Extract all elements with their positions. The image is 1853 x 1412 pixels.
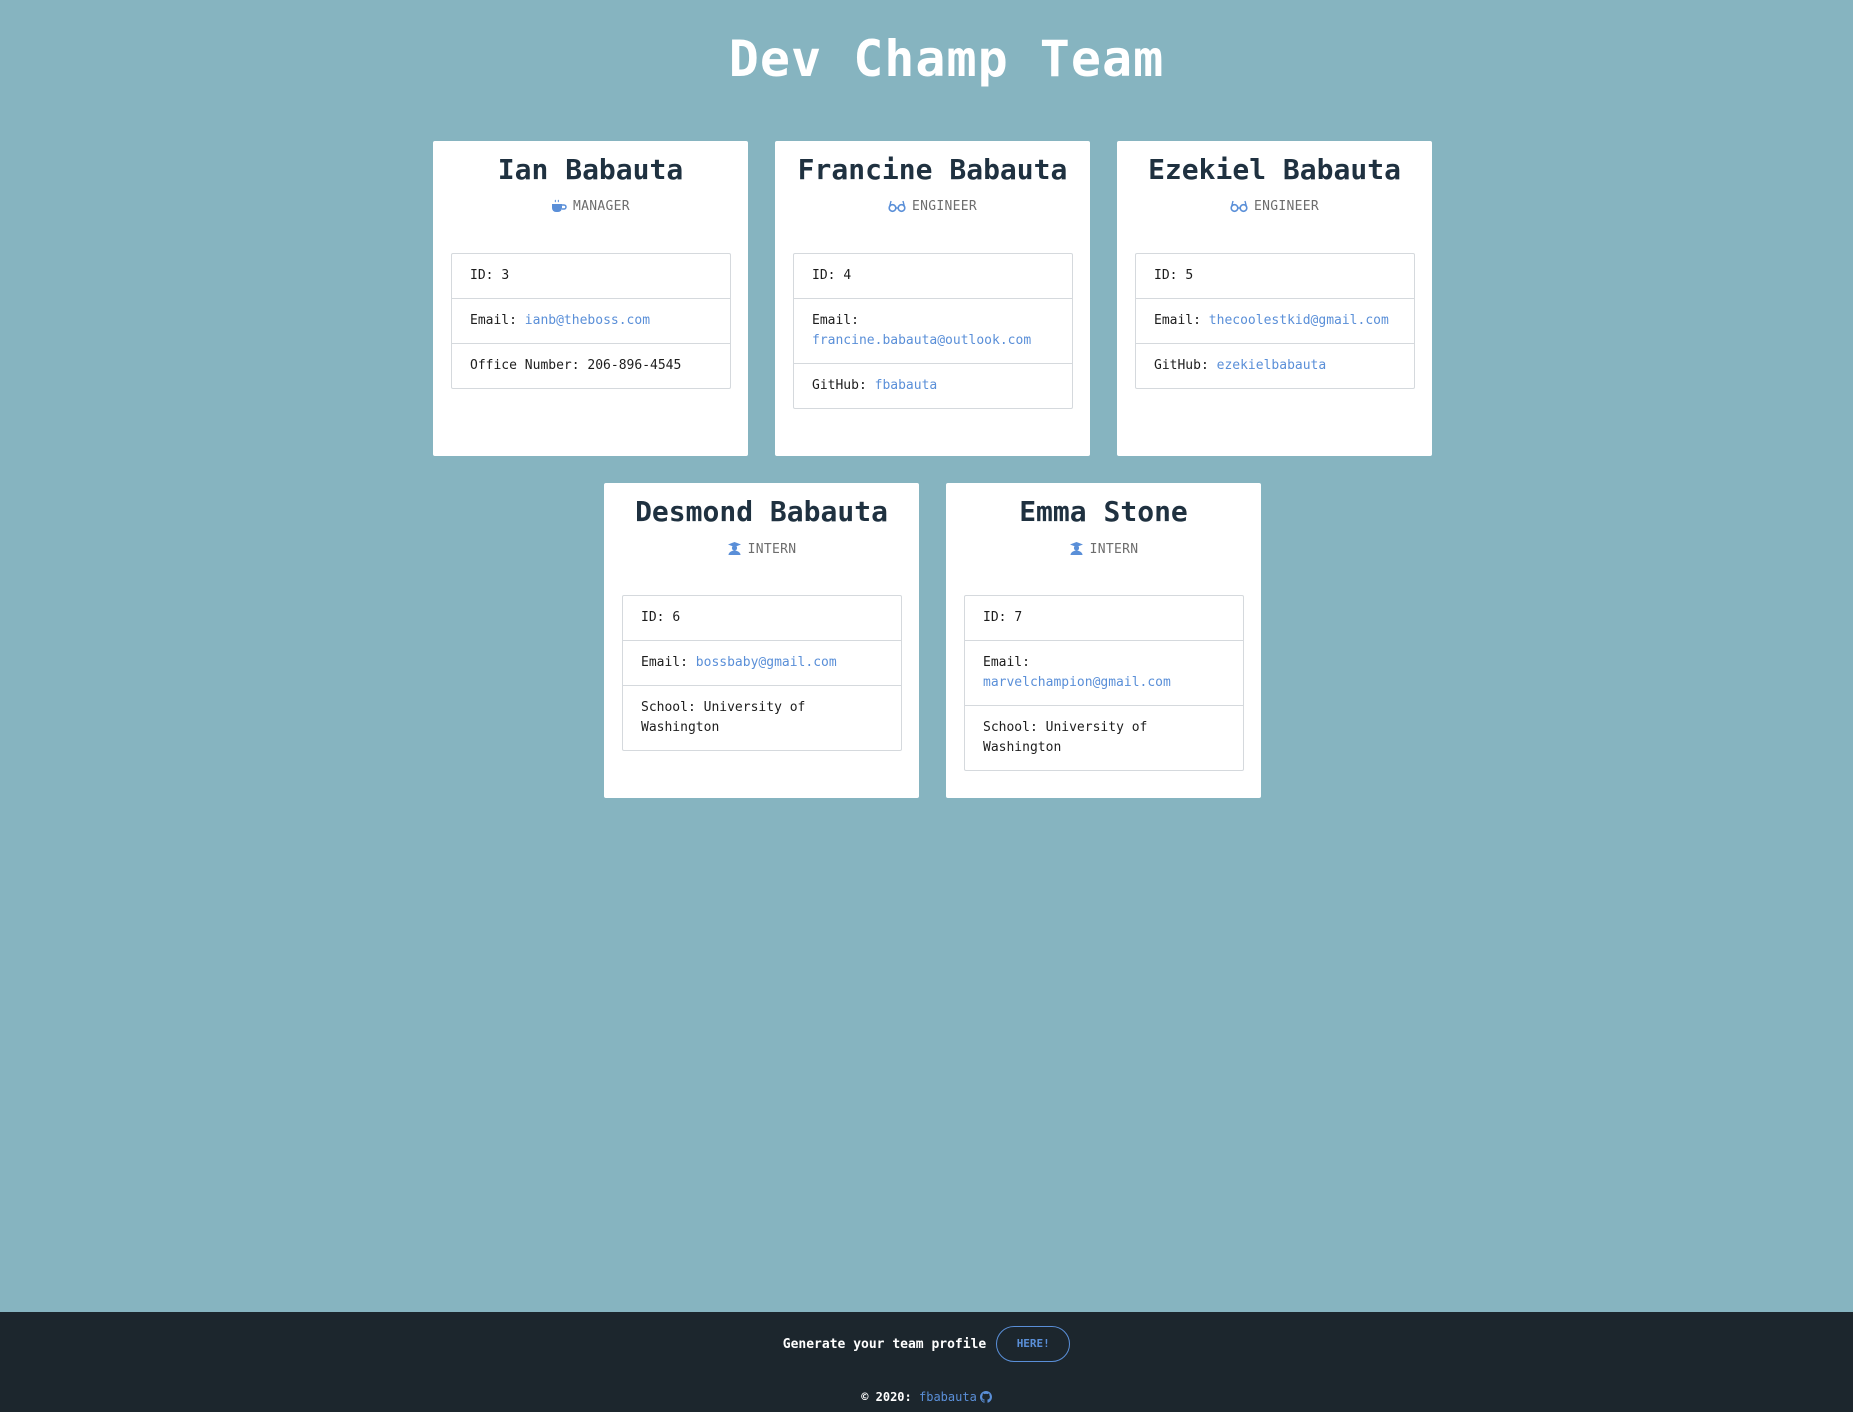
role-label: MANAGER [573, 199, 630, 214]
copyright-text: © 2020: [861, 1390, 912, 1404]
id-value: 4 [843, 268, 852, 283]
id-value: 7 [1014, 610, 1023, 625]
list-item-email: Email: bossbaby@gmail.com [623, 641, 901, 686]
list-item-email: Email: thecoolestkid@gmail.com [1136, 299, 1414, 344]
office-label: Office Number: [470, 358, 580, 373]
info-list: ID: 6 Email: bossbaby@gmail.com School: … [622, 595, 902, 751]
email-label: Email: [812, 313, 859, 328]
role-label: INTERN [1089, 542, 1139, 557]
author-link[interactable]: fbabauta [919, 1390, 977, 1404]
school-label: School: [641, 700, 696, 715]
page: Dev Champ Team Ian Babauta MANAGER ID: 3… [0, 0, 1853, 1412]
id-label: ID: [1154, 268, 1178, 283]
employee-card-engineer: Francine Babauta ENGINEER ID: 4 Email: f… [775, 141, 1090, 456]
email-link[interactable]: marvelchampion@gmail.com [983, 675, 1171, 690]
id-label: ID: [983, 610, 1007, 625]
id-value: 6 [672, 610, 681, 625]
coffee-icon [551, 199, 567, 217]
employee-card-engineer: Ezekiel Babauta ENGINEER ID: 5 Email: th… [1117, 141, 1432, 456]
email-link[interactable]: bossbaby@gmail.com [696, 655, 837, 670]
role-label: INTERN [747, 542, 797, 557]
email-link[interactable]: francine.babauta@outlook.com [812, 333, 1031, 348]
list-item-github: GitHub: fbabauta [794, 364, 1072, 408]
github-icon[interactable] [979, 1391, 992, 1406]
list-item-github: GitHub: ezekielbabauta [1136, 344, 1414, 388]
employee-role: INTERN [604, 541, 919, 560]
id-label: ID: [812, 268, 836, 283]
list-item-id: ID: 7 [965, 596, 1243, 641]
id-label: ID: [641, 610, 665, 625]
generate-row: Generate your team profile HERE! [0, 1326, 1853, 1362]
github-label: GitHub: [1154, 358, 1209, 373]
employee-card-intern: Desmond Babauta INTERN ID: 6 Email: boss… [604, 483, 919, 798]
office-value: 206-896-4545 [587, 358, 682, 373]
employee-role: MANAGER [433, 199, 748, 217]
list-item-id: ID: 3 [452, 254, 730, 299]
employee-role: INTERN [946, 541, 1261, 560]
graduate-icon [727, 541, 742, 560]
email-label: Email: [1154, 313, 1201, 328]
id-label: ID: [470, 268, 494, 283]
email-label: Email: [470, 313, 517, 328]
list-item-id: ID: 5 [1136, 254, 1414, 299]
list-item-id: ID: 4 [794, 254, 1072, 299]
school-label: School: [983, 720, 1038, 735]
list-item-school: School: University of Washington [623, 686, 901, 750]
role-label: ENGINEER [1253, 199, 1319, 214]
list-item-office: Office Number: 206-896-4545 [452, 344, 730, 388]
list-item-school: School: University of Washington [965, 706, 1243, 770]
graduate-icon [1069, 541, 1084, 560]
role-label: ENGINEER [911, 199, 977, 214]
copyright: © 2020: fbabauta [0, 1390, 1853, 1406]
list-item-email: Email: francine.babauta@outlook.com [794, 299, 1072, 364]
info-list: ID: 7 Email: marvelchampion@gmail.com Sc… [964, 595, 1244, 771]
generate-text: Generate your team profile [782, 1336, 987, 1352]
email-label: Email: [641, 655, 688, 670]
glasses-icon [1230, 199, 1248, 217]
id-value: 3 [501, 268, 510, 283]
employee-name: Ian Babauta [497, 153, 684, 186]
employee-card-manager: Ian Babauta MANAGER ID: 3 Email: ianb@th… [433, 141, 748, 456]
employee-name: Desmond Babauta [635, 495, 888, 528]
github-link[interactable]: fbabauta [875, 378, 938, 393]
employee-card-intern: Emma Stone INTERN ID: 7 Email: marvelcha… [946, 483, 1261, 798]
employee-name: Francine Babauta [797, 153, 1068, 186]
employee-name: Ezekiel Babauta [1148, 153, 1401, 186]
here-button[interactable]: HERE! [996, 1326, 1071, 1362]
info-list: ID: 5 Email: thecoolestkid@gmail.com Git… [1135, 253, 1415, 389]
email-link[interactable]: ianb@theboss.com [525, 313, 650, 328]
id-value: 5 [1185, 268, 1194, 283]
github-link[interactable]: ezekielbabauta [1217, 358, 1327, 373]
list-item-id: ID: 6 [623, 596, 901, 641]
list-item-email: Email: ianb@theboss.com [452, 299, 730, 344]
footer: Generate your team profile HERE! © 2020: … [0, 1312, 1853, 1412]
employee-role: ENGINEER [775, 199, 1090, 217]
employee-role: ENGINEER [1117, 199, 1432, 217]
page-title: Dev Champ Team [728, 30, 1165, 88]
github-label: GitHub: [812, 378, 867, 393]
list-item-email: Email: marvelchampion@gmail.com [965, 641, 1243, 706]
email-label: Email: [983, 655, 1030, 670]
employee-name: Emma Stone [1019, 495, 1188, 528]
email-link[interactable]: thecoolestkid@gmail.com [1209, 313, 1389, 328]
glasses-icon [888, 199, 906, 217]
info-list: ID: 4 Email: francine.babauta@outlook.co… [793, 253, 1073, 409]
info-list: ID: 3 Email: ianb@theboss.com Office Num… [451, 253, 731, 389]
